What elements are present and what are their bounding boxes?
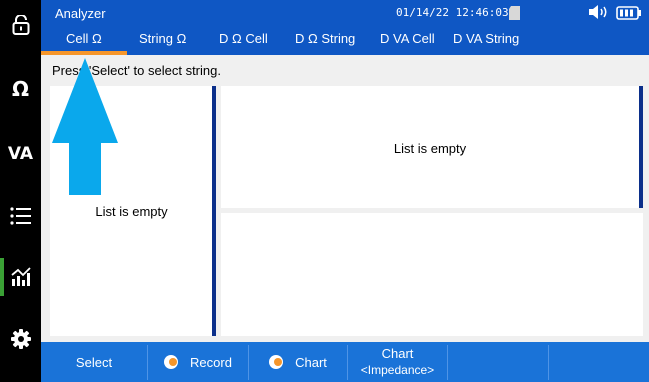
va-button[interactable]: VA xyxy=(0,141,41,167)
up-arrow-icon xyxy=(52,58,118,195)
tab-d-ohm-cell[interactable]: D Ω Cell xyxy=(219,31,268,46)
chart-mode-button[interactable]: Chart <Impedance> xyxy=(348,342,447,382)
chart-toggle-button[interactable]: Chart xyxy=(249,342,347,382)
tab-d-va-string[interactable]: D VA String xyxy=(453,31,519,46)
sidebar: Ω VA xyxy=(0,0,41,382)
right-bottom-chart-panel xyxy=(221,213,643,336)
ohm-label: Ω xyxy=(11,77,29,101)
right-list-empty-text: List is empty xyxy=(393,141,467,156)
lock-icon[interactable] xyxy=(0,12,41,38)
chart-label: Chart xyxy=(295,354,327,370)
header xyxy=(41,0,649,55)
chart-mode-value: <Impedance> xyxy=(360,363,435,377)
list-icon[interactable] xyxy=(0,203,41,229)
tab-string-ohm[interactable]: String Ω xyxy=(139,31,186,46)
left-list-empty-text: List is empty xyxy=(95,204,168,219)
select-label: Select xyxy=(75,354,113,370)
app-title: Analyzer xyxy=(55,6,106,21)
speaker-icon xyxy=(588,4,610,20)
right-scrollbar[interactable] xyxy=(639,86,643,208)
chart-mode-title: Chart xyxy=(381,346,414,361)
select-button[interactable]: Select xyxy=(41,342,147,382)
tab-d-ohm-string[interactable]: D Ω String xyxy=(295,31,355,46)
datetime: 01/14/22 12:46:03 xyxy=(396,6,509,19)
record-toggle-icon xyxy=(164,355,179,369)
ohm-button[interactable]: Ω xyxy=(0,76,41,102)
va-label: VA xyxy=(7,144,34,164)
battery-icon xyxy=(616,5,642,20)
chart-icon[interactable] xyxy=(0,264,41,290)
empty-softkey-1[interactable] xyxy=(448,342,548,382)
record-label: Record xyxy=(190,354,232,370)
empty-softkey-2[interactable] xyxy=(549,342,649,382)
tab-d-va-cell[interactable]: D VA Cell xyxy=(380,31,435,46)
record-toggle-button[interactable]: Record xyxy=(148,342,248,382)
settings-icon[interactable] xyxy=(0,326,41,352)
sd-card-icon xyxy=(509,5,520,20)
chart-toggle-icon xyxy=(269,355,284,369)
tab-cell-ohm[interactable]: Cell Ω xyxy=(66,31,102,46)
